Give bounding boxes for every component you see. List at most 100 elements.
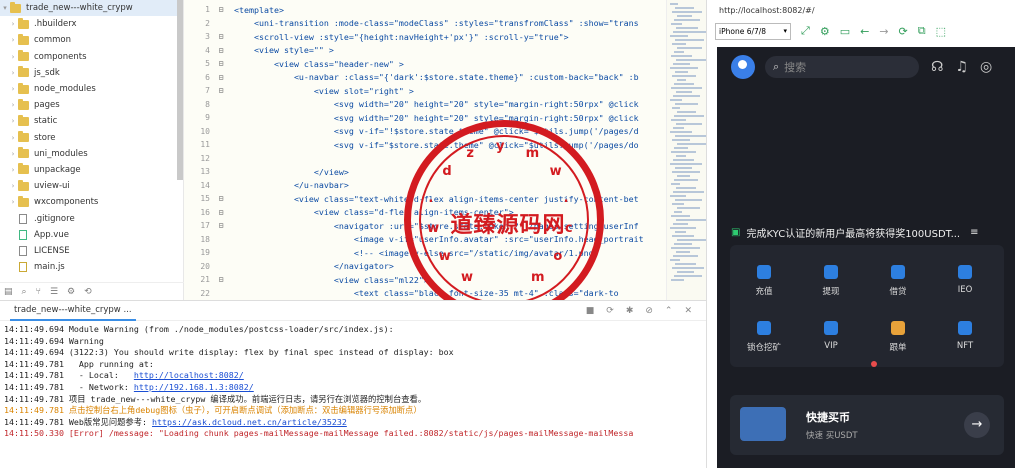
notice-bar[interactable]: ▣ 完成KYC认证的新用户最高将获得奖100USDT... ≡: [717, 217, 1015, 247]
line-number[interactable]: 8: [184, 100, 210, 109]
open-icon[interactable]: ⧉: [918, 24, 926, 38]
line-number[interactable]: 6: [184, 73, 210, 82]
rotate-icon[interactable]: ⤢: [801, 24, 810, 38]
grid-item[interactable]: 锁仓挖矿: [734, 321, 794, 353]
fold-icon[interactable]: ⊟: [216, 208, 226, 217]
back-icon[interactable]: ←: [860, 25, 869, 38]
fold-icon[interactable]: ⊟: [216, 59, 226, 68]
tree-folder[interactable]: › unpackage: [0, 162, 183, 178]
tree-file[interactable]: .gitignore: [0, 210, 183, 226]
chevron-right-icon[interactable]: ›: [8, 134, 18, 142]
plugin-icon[interactable]: ☰: [50, 287, 58, 297]
line-number[interactable]: 22: [184, 289, 210, 298]
tree-folder[interactable]: › static: [0, 113, 183, 129]
tree-folder[interactable]: › common: [0, 32, 183, 48]
git-icon[interactable]: ⑂: [36, 287, 41, 297]
fold-icon[interactable]: ⊟: [216, 275, 226, 284]
line-number[interactable]: 19: [184, 248, 210, 257]
line-number[interactable]: 4: [184, 46, 210, 55]
chevron-right-icon[interactable]: ›: [8, 69, 18, 77]
tree-folder[interactable]: › js_sdk: [0, 65, 183, 81]
project-root[interactable]: ▾ trade_new---white_crypw: [0, 0, 183, 17]
chevron-down-icon[interactable]: ▾: [0, 4, 10, 12]
search-input[interactable]: ⌕ 搜索: [765, 56, 919, 78]
terminal-icon[interactable]: ▭: [840, 25, 850, 38]
line-number[interactable]: 12: [184, 154, 210, 163]
tree-folder[interactable]: › pages: [0, 97, 183, 113]
settings-icon[interactable]: ⚙: [67, 287, 75, 297]
files-icon[interactable]: ▤: [4, 287, 13, 297]
grid-item[interactable]: VIP: [801, 321, 861, 351]
history-icon[interactable]: ⟲: [84, 287, 92, 297]
tree-folder[interactable]: › components: [0, 49, 183, 65]
settings-icon[interactable]: ⚙: [820, 25, 830, 38]
collapse-icon[interactable]: ⌃: [665, 306, 673, 316]
line-number[interactable]: 14: [184, 181, 210, 190]
line-number[interactable]: 15: [184, 194, 210, 203]
clear-icon[interactable]: ⊘: [645, 306, 653, 316]
grid-item[interactable]: NFT: [935, 321, 995, 351]
tree-folder[interactable]: › wxcomponents: [0, 194, 183, 210]
fold-icon[interactable]: ⊟: [216, 46, 226, 55]
chevron-right-icon[interactable]: ›: [8, 182, 18, 190]
tree-folder[interactable]: › uview-ui: [0, 178, 183, 194]
fold-icon[interactable]: ⊟: [216, 86, 226, 95]
tree-folder[interactable]: › uni_modules: [0, 146, 183, 162]
arrow-right-icon[interactable]: →: [964, 412, 990, 438]
fold-icon[interactable]: ⊟: [216, 221, 226, 230]
fold-icon[interactable]: ⊟: [216, 5, 226, 14]
grid-item[interactable]: 提现: [801, 265, 861, 297]
line-number[interactable]: 16: [184, 208, 210, 217]
grid-item[interactable]: 跟单: [868, 321, 928, 353]
tree-folder[interactable]: › .hbuilderx: [0, 16, 183, 32]
log-link[interactable]: http://192.168.1.3:8082/: [134, 382, 254, 392]
globe-icon[interactable]: ◎: [980, 59, 992, 75]
console-tab[interactable]: trade_new---white_crypw ...: [10, 301, 136, 321]
chevron-right-icon[interactable]: ›: [8, 150, 18, 158]
fold-icon[interactable]: ⊟: [216, 194, 226, 203]
line-number[interactable]: 2: [184, 19, 210, 28]
tree-folder[interactable]: › store: [0, 130, 183, 146]
line-number[interactable]: 5: [184, 59, 210, 68]
quick-buy-card[interactable]: 快捷买币 快速 买USDT →: [730, 395, 1004, 455]
tree-folder[interactable]: › node_modules: [0, 81, 183, 97]
line-number[interactable]: 13: [184, 167, 210, 176]
line-number[interactable]: 17: [184, 221, 210, 230]
code-editor[interactable]: 1 ⊟ <template> 2 <uni-transition :mode-clas…: [184, 0, 706, 300]
chevron-right-icon[interactable]: ›: [8, 101, 18, 109]
minimap[interactable]: [666, 0, 706, 300]
url-text[interactable]: http://localhost:8082/#/: [719, 6, 815, 15]
line-number[interactable]: 18: [184, 235, 210, 244]
avatar[interactable]: [731, 55, 755, 79]
grid-item[interactable]: 借贷: [868, 265, 928, 297]
line-number[interactable]: 11: [184, 140, 210, 149]
inspect-icon[interactable]: ⬚: [936, 25, 946, 38]
fold-icon[interactable]: ⊟: [216, 32, 226, 41]
stop-icon[interactable]: ■: [586, 306, 595, 316]
grid-item[interactable]: 充值: [734, 265, 794, 297]
line-number[interactable]: 3: [184, 32, 210, 41]
line-number[interactable]: 10: [184, 127, 210, 136]
bell-icon[interactable]: ♫: [955, 59, 968, 75]
refresh-icon[interactable]: ⟳: [899, 25, 908, 38]
close-icon[interactable]: ✕: [684, 306, 692, 316]
line-number[interactable]: 7: [184, 86, 210, 95]
line-number[interactable]: 1: [184, 5, 210, 14]
line-number[interactable]: 21: [184, 275, 210, 284]
log-link[interactable]: http://localhost:8082/: [134, 370, 244, 380]
tree-file[interactable]: main.js: [0, 259, 183, 275]
menu-icon[interactable]: ≡: [970, 227, 978, 238]
grid-item[interactable]: IEO: [935, 265, 995, 295]
debug-icon[interactable]: ✱: [626, 306, 634, 316]
forward-icon[interactable]: →: [879, 25, 888, 38]
chevron-right-icon[interactable]: ›: [8, 53, 18, 61]
address-bar[interactable]: http://localhost:8082/#/: [707, 0, 1024, 20]
chevron-right-icon[interactable]: ›: [8, 117, 18, 125]
tree-file[interactable]: App.vue: [0, 227, 183, 243]
chevron-right-icon[interactable]: ›: [8, 85, 18, 93]
log-link[interactable]: https://ask.dcloud.net.cn/article/35232: [152, 417, 347, 427]
chevron-right-icon[interactable]: ›: [8, 20, 18, 28]
device-select[interactable]: iPhone 6/7/8 ▾: [715, 22, 791, 40]
line-number[interactable]: 20: [184, 262, 210, 271]
restart-icon[interactable]: ⟳: [606, 306, 614, 316]
